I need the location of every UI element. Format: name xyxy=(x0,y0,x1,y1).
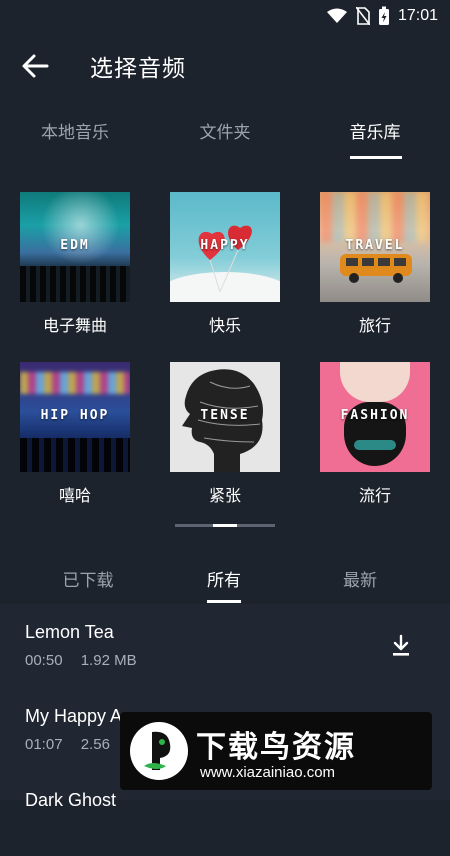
tab-label: 最新 xyxy=(343,571,377,591)
category-cover-edm: EDM xyxy=(20,192,130,302)
tab-label: 所有 xyxy=(207,571,241,591)
sub-tabs: 已下载 所有 最新 xyxy=(0,548,450,604)
song-duration: 00:50 xyxy=(25,652,63,669)
watermark-title: 下载鸟资源 xyxy=(196,730,356,765)
page-indicator-thumb xyxy=(213,524,237,527)
tab-label: 已下载 xyxy=(62,571,114,591)
page-title: 选择音频 xyxy=(90,56,186,82)
category-cover-happy: HAPPY xyxy=(170,192,280,302)
category-tag: TENSE xyxy=(200,408,250,423)
tab-downloaded[interactable]: 已下载 xyxy=(28,566,148,591)
battery-charging-icon xyxy=(378,6,389,25)
song-title: My Happy A xyxy=(25,706,123,726)
category-page-indicator xyxy=(175,524,275,527)
category-cover-tense: TENSE xyxy=(170,362,280,472)
category-happy[interactable]: HAPPY 快乐 xyxy=(170,192,280,336)
song-size: 2.56 xyxy=(80,736,110,753)
category-tag: HIP HOP xyxy=(40,408,110,423)
song-meta: 01:07 2.56 xyxy=(25,736,124,753)
arrow-left-icon[interactable] xyxy=(20,52,50,80)
category-label: 电子舞曲 xyxy=(42,316,107,335)
song-title: Dark Ghost xyxy=(25,790,117,810)
category-tag: HAPPY xyxy=(200,238,250,253)
bird-logo-icon xyxy=(130,722,188,780)
app-header: 选择音频 xyxy=(0,32,450,100)
watermark-url: www.xiazainiao.com xyxy=(200,764,336,781)
status-time: 17:01 xyxy=(397,7,438,24)
category-label: 流行 xyxy=(358,486,391,505)
tab-all[interactable]: 所有 xyxy=(164,566,284,603)
category-label: 嘻哈 xyxy=(58,486,91,505)
song-meta: 00:50 1.92 MB xyxy=(25,652,151,669)
song-duration: 01:07 xyxy=(25,736,63,753)
tab-label: 音乐库 xyxy=(349,123,401,143)
category-tag: FASHION xyxy=(340,408,410,423)
active-tab-indicator xyxy=(350,156,402,159)
watermark-banner: 下载鸟资源 www.xiazainiao.com xyxy=(120,712,432,790)
category-cover-travel: TRAVEL xyxy=(320,192,430,302)
category-label: 快乐 xyxy=(208,316,241,335)
category-cover-fashion: FASHION xyxy=(320,362,430,472)
wifi-icon xyxy=(326,8,347,23)
song-title: Lemon Tea xyxy=(25,622,114,642)
tab-local-music[interactable]: 本地音乐 xyxy=(15,118,135,143)
active-tab-indicator xyxy=(207,600,241,603)
category-tense[interactable]: TENSE 紧张 xyxy=(170,362,280,506)
category-fashion[interactable]: FASHION 流行 xyxy=(320,362,430,506)
main-tabs: 本地音乐 文件夹 音乐库 xyxy=(0,102,450,164)
tab-label: 本地音乐 xyxy=(41,123,109,143)
tab-music-library[interactable]: 音乐库 xyxy=(315,118,435,159)
tab-folder[interactable]: 文件夹 xyxy=(165,118,285,143)
tab-label: 文件夹 xyxy=(199,123,251,143)
category-edm[interactable]: EDM 电子舞曲 xyxy=(20,192,130,336)
category-tag: TRAVEL xyxy=(345,238,405,253)
tab-latest[interactable]: 最新 xyxy=(300,566,420,591)
category-label: 紧张 xyxy=(208,486,241,505)
no-sim-icon xyxy=(355,7,370,25)
song-row[interactable]: Lemon Tea 00:50 1.92 MB xyxy=(0,604,450,688)
category-cover-hip-hop: HIP HOP xyxy=(20,362,130,472)
category-label: 旅行 xyxy=(358,316,391,335)
category-tag: EDM xyxy=(60,238,90,253)
category-travel[interactable]: TRAVEL 旅行 xyxy=(320,192,430,336)
download-icon[interactable] xyxy=(390,634,412,658)
status-bar: 17:01 xyxy=(0,0,450,32)
song-size: 1.92 MB xyxy=(80,652,137,669)
category-hip-hop[interactable]: HIP HOP 嘻哈 xyxy=(20,362,130,506)
